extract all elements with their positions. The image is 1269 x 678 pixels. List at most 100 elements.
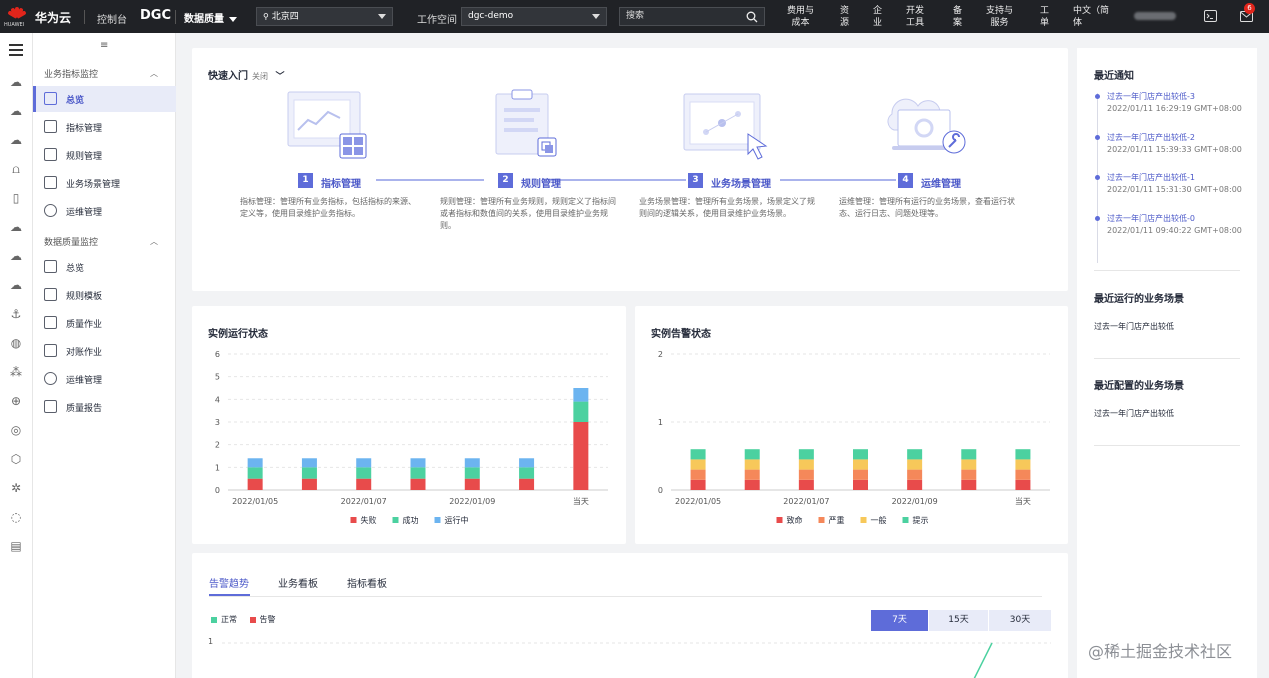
notice-title: 最近通知	[1094, 71, 1134, 82]
group-label: 数据质量监控	[44, 238, 99, 248]
nav-resources[interactable]: 资源	[840, 5, 849, 29]
sidebar-group-business[interactable]: 业务指标监控 ︿	[44, 67, 164, 80]
sidebar-item-label: 总览	[66, 263, 85, 274]
step-link-ops[interactable]: 运维管理	[921, 175, 961, 190]
y-tick-label: 0	[215, 486, 220, 495]
search-circle-icon[interactable]: ◌	[9, 510, 23, 524]
quick-start-toggle[interactable]: 关闭	[252, 72, 268, 81]
nav-tickets[interactable]: 工单	[1040, 5, 1049, 29]
alarm-trend-chart	[222, 642, 1051, 678]
bar-segment	[573, 401, 589, 422]
module-label: 数据质量	[184, 14, 224, 25]
region-select[interactable]: ⚲ 北京四	[256, 7, 393, 26]
terminal-icon[interactable]	[1204, 10, 1217, 22]
recent-run-scene-link[interactable]: 过去一年门店产出较低	[1094, 321, 1174, 332]
y-tick-label: 1	[215, 463, 220, 472]
legend-swatch	[860, 517, 867, 523]
bar-segment	[798, 449, 814, 460]
notice-item-link[interactable]: 过去一年门店产出较低-1	[1107, 172, 1195, 183]
gear-icon[interactable]: ✲	[9, 481, 23, 495]
nav-support[interactable]: 支持与 服务	[986, 5, 1013, 29]
sidebar-item-metrics[interactable]: 指标管理	[33, 114, 176, 140]
step-connector	[548, 179, 686, 181]
sidebar-item-quality-report[interactable]: 质量报告	[33, 394, 176, 420]
step-link-scenes[interactable]: 业务场景管理	[711, 175, 771, 190]
search-input[interactable]: 搜索	[619, 7, 765, 26]
language-select[interactable]: 中文（简体	[1073, 5, 1109, 29]
info-circle-icon[interactable]: ◍	[9, 336, 23, 350]
bar-segment	[1015, 449, 1031, 460]
sidebar-item-overview[interactable]: 总览	[33, 86, 176, 112]
step-link-metrics[interactable]: 指标管理	[321, 175, 361, 190]
cloud-icon[interactable]: ☁	[9, 220, 23, 234]
nav-dev-tools[interactable]: 开发 工具	[906, 5, 924, 29]
ship-icon[interactable]: ⚓	[9, 307, 23, 321]
top-navigation-bar: HUAWEI 华为云 控制台 DGC 数据质量 ⚲ 北京四 工作空间 dgc-d…	[0, 0, 1269, 33]
sidebar-item-ops[interactable]: 运维管理	[33, 198, 176, 224]
username-blurred[interactable]	[1134, 12, 1176, 20]
sidebar-item-scenes[interactable]: 业务场景管理	[33, 170, 176, 196]
product-name[interactable]: DGC	[140, 8, 171, 23]
notice-item-link[interactable]: 过去一年门店产出较低-0	[1107, 213, 1195, 224]
console-link[interactable]: 控制台	[97, 11, 127, 26]
sidebar-item-reconcile-jobs[interactable]: 对账作业	[33, 338, 176, 364]
watermark: @稀土掘金技术社区	[1088, 642, 1233, 661]
database-icon[interactable]: ▤	[9, 539, 23, 553]
cloud-storage-icon[interactable]: ☁	[9, 249, 23, 263]
ops-icon	[44, 204, 57, 217]
nav-enterprise[interactable]: 企业	[873, 5, 882, 29]
sidebar-item-quality-jobs[interactable]: 质量作业	[33, 310, 176, 336]
job-icon	[44, 316, 57, 329]
bar-segment	[744, 459, 760, 470]
bar-segment	[573, 388, 589, 402]
cloud-service-icon[interactable]: ☁	[9, 75, 23, 89]
dns-icon[interactable]: ◎	[9, 423, 23, 437]
quick-start-header[interactable]: 快速入门 关闭 ﹀	[208, 67, 285, 82]
nav-cost[interactable]: 费用与 成本	[787, 5, 814, 29]
y-tick-label: 2	[215, 441, 220, 450]
notice-item-link[interactable]: 过去一年门店产出较低-3	[1107, 91, 1195, 102]
cluster-icon[interactable]: ⁂	[9, 365, 23, 379]
step-number: 4	[898, 173, 913, 188]
collapse-menu-icon[interactable]: ≡	[100, 40, 108, 51]
x-tick-label: 2022/01/07	[341, 497, 387, 506]
hexagon-icon[interactable]: ⬡	[9, 452, 23, 466]
bar-segment	[853, 449, 868, 460]
step-number: 3	[688, 173, 703, 188]
cloud-network-icon[interactable]: ☁	[9, 278, 23, 292]
line-chart-icon	[44, 120, 57, 133]
notice-time: 2022/01/11 16:29:19 GMT+08:00	[1107, 104, 1242, 113]
globe-icon[interactable]: ⊕	[9, 394, 23, 408]
bar-segment	[798, 479, 814, 490]
step-link-rules[interactable]: 规则管理	[521, 175, 561, 190]
hamburger-menu-icon[interactable]	[9, 44, 23, 56]
logo-text: HUAWEI	[4, 22, 25, 28]
quick-start-title: 快速入门	[208, 71, 248, 82]
sidebar-item-label: 总览	[66, 95, 85, 106]
sidebar-item-quality-overview[interactable]: 总览	[33, 254, 176, 280]
bar-segment	[356, 478, 372, 490]
nav-filing[interactable]: 备案	[953, 5, 962, 29]
sidebar-item-rule-templates[interactable]: 规则模板	[33, 282, 176, 308]
notice-item-link[interactable]: 过去一年门店产出较低-2	[1107, 132, 1195, 143]
legend-label: 成功	[403, 515, 419, 525]
recent-config-scene-link[interactable]: 过去一年门店产出较低	[1094, 408, 1174, 419]
sidebar-item-rules[interactable]: 规则管理	[33, 142, 176, 168]
sidebar-group-quality[interactable]: 数据质量监控 ︿	[44, 235, 164, 248]
cloud-server-icon[interactable]: ☁	[9, 104, 23, 118]
legend-swatch	[392, 517, 399, 523]
bar-segment	[853, 479, 868, 490]
document-icon[interactable]: ▯	[9, 191, 23, 205]
legend-swatch	[350, 517, 357, 523]
search-icon[interactable]	[746, 11, 758, 23]
sidebar-item-label: 指标管理	[66, 123, 103, 134]
workspace-select[interactable]: dgc-demo	[461, 7, 607, 26]
bridge-icon[interactable]: ⩍	[9, 162, 23, 176]
cloud-db-icon[interactable]: ☁	[9, 133, 23, 147]
bar-segment	[744, 449, 760, 460]
step-description: 指标管理：管理所有业务指标，包括指标的来源、定义等，使用目录维护业务指标。	[240, 197, 416, 218]
brand-name[interactable]: 华为云	[35, 9, 71, 26]
recent-config-title: 最近配置的业务场景	[1094, 381, 1184, 392]
module-selector[interactable]: 数据质量	[184, 10, 237, 25]
sidebar-item-quality-ops[interactable]: 运维管理	[33, 366, 176, 392]
